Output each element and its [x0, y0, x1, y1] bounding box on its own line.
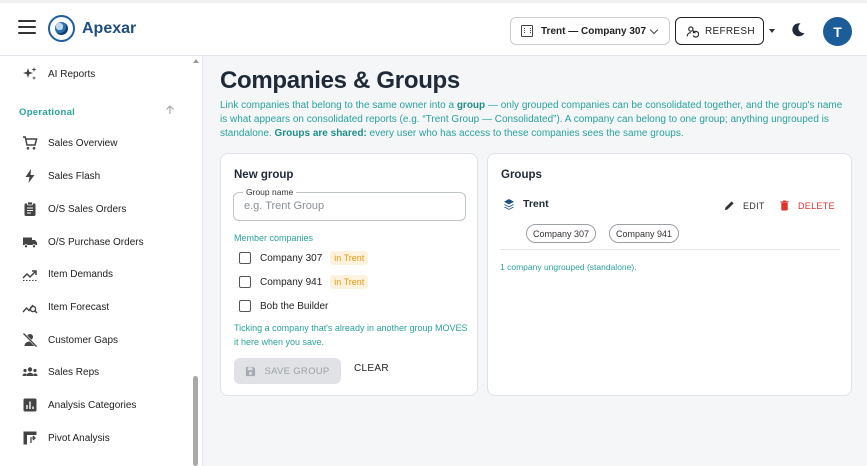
group-row-trent: Trent: [503, 198, 549, 210]
chevron-down-icon: [649, 25, 659, 35]
sidebar-item-label: Item Demands: [48, 268, 114, 280]
bolt-icon: [25, 169, 35, 183]
menu-icon[interactable]: [18, 20, 36, 36]
sidebar-scrollbar[interactable]: [193, 376, 198, 466]
sidebar-item-item-forecast[interactable]: Item Forecast: [22, 297, 109, 317]
sidebar-item-pivot-analysis[interactable]: Pivot Analysis: [22, 428, 110, 448]
clear-button[interactable]: CLEAR: [354, 363, 389, 374]
groups-title: Groups: [501, 169, 542, 181]
refresh-menu-caret-icon[interactable]: [769, 29, 775, 33]
sidebar-item-label: O/S Sales Orders: [48, 203, 127, 215]
save-icon: [246, 366, 256, 376]
group-name-input[interactable]: [244, 200, 454, 212]
delete-label: DELETE: [798, 200, 835, 211]
brand-name: Apexar: [82, 20, 137, 37]
sidebar-item-label: Pivot Analysis: [48, 432, 110, 444]
refresh-user-icon: [686, 25, 699, 38]
layers-icon: [504, 199, 514, 210]
refresh-button[interactable]: REFRESH: [675, 17, 764, 45]
member-companies-label: Member companies: [234, 233, 314, 243]
sidebar-item-label: Sales Overview: [48, 137, 118, 149]
member-company-941[interactable]: Company 941 in Trent: [239, 274, 369, 290]
move-note: Ticking a company that's already in anot…: [234, 323, 468, 347]
checkbox[interactable]: [239, 276, 251, 288]
member-bob-the-builder[interactable]: Bob the Builder: [239, 298, 328, 314]
analytics-icon: [23, 398, 37, 412]
group-name-field[interactable]: Group name: [233, 187, 466, 221]
member-company-307[interactable]: Company 307 in Trent: [239, 250, 369, 266]
sidebar-item-analysis-categories[interactable]: Analysis Categories: [22, 395, 136, 415]
trash-icon: [780, 200, 789, 211]
sidebar-item-label: Analysis Categories: [48, 399, 137, 411]
scroll-up-icon[interactable]: [193, 59, 199, 63]
group-name: Trent: [523, 198, 549, 210]
new-group-card: New group Group name Member companies Co…: [220, 153, 478, 396]
delete-button[interactable]: DELETE: [779, 200, 835, 211]
sidebar-item-label: AI Reports: [48, 68, 96, 80]
edit-label: EDIT: [743, 200, 765, 211]
sidebar-item-sales-reps[interactable]: Sales Reps: [22, 362, 99, 382]
truck-icon: [23, 237, 37, 249]
sidebar-item-item-demands[interactable]: Item Demands: [22, 264, 113, 284]
sidebar-item-ai-reports[interactable]: AI Reports: [22, 64, 95, 84]
logo-icon: [48, 15, 75, 42]
member-name: Bob the Builder: [260, 300, 329, 312]
sidebar-item-label: Sales Reps: [48, 366, 100, 378]
refresh-label: REFRESH: [705, 25, 755, 37]
sidebar-item-os-sales-orders[interactable]: O/S Sales Orders: [22, 199, 126, 219]
groups-card: Groups Trent EDIT DELETE Company 307 Com…: [487, 153, 852, 396]
sidebar-item-os-purchase-orders[interactable]: O/S Purchase Orders: [22, 232, 144, 252]
new-group-title: New group: [234, 169, 294, 181]
trend-icon: [22, 270, 37, 281]
cart-icon: [23, 136, 38, 150]
sidebar-section-operational: Operational: [19, 107, 76, 118]
company-chip: Company 307: [526, 224, 597, 243]
sidebar-item-label: Customer Gaps: [48, 334, 119, 346]
ungrouped-note: 1 company ungrouped (standalone).: [500, 262, 637, 272]
groups-icon: [22, 367, 38, 376]
building-icon: [521, 25, 533, 37]
pivot-icon: [23, 431, 37, 445]
sidebar: AI Reports Operational Sales Overview Sa…: [0, 56, 203, 466]
company-selector-label: Trent — Company 307: [541, 25, 647, 37]
pencil-icon: [724, 201, 734, 211]
arrow-up-icon[interactable]: [164, 104, 176, 116]
save-group-button[interactable]: SAVE GROUP: [234, 358, 341, 384]
sidebar-item-label: Sales Flash: [48, 170, 101, 182]
top-bar: Apexar Trent — Company 307 REFRESH T: [0, 0, 867, 56]
sparkle-icon: [23, 67, 37, 80]
page-description: Link companies that belong to the same o…: [220, 100, 843, 139]
person-off-icon: [22, 332, 38, 348]
forecast-icon: [22, 304, 38, 314]
clipboard-icon: [24, 201, 36, 216]
sidebar-item-sales-overview[interactable]: Sales Overview: [22, 133, 117, 153]
page-title: Companies & Groups: [220, 67, 460, 94]
group-tag: in Trent: [330, 251, 369, 265]
company-selector[interactable]: Trent — Company 307: [510, 17, 670, 45]
member-name: Company 941: [260, 276, 323, 288]
sidebar-item-label: O/S Purchase Orders: [48, 236, 144, 248]
sidebar-item-sales-flash[interactable]: Sales Flash: [22, 166, 100, 186]
divider: [500, 249, 840, 250]
group-tag: in Trent: [330, 275, 369, 289]
member-name: Company 307: [260, 252, 323, 264]
company-chip: Company 941: [609, 224, 680, 243]
edit-button[interactable]: EDIT: [724, 200, 765, 211]
moon-icon[interactable]: [790, 22, 806, 38]
save-group-label: SAVE GROUP: [264, 365, 330, 377]
checkbox[interactable]: [239, 300, 251, 312]
avatar[interactable]: T: [823, 17, 852, 46]
sidebar-item-label: Item Forecast: [48, 301, 110, 313]
group-name-label: Group name: [243, 187, 297, 197]
sidebar-item-customer-gaps[interactable]: Customer Gaps: [22, 330, 118, 350]
checkbox[interactable]: [239, 252, 251, 264]
